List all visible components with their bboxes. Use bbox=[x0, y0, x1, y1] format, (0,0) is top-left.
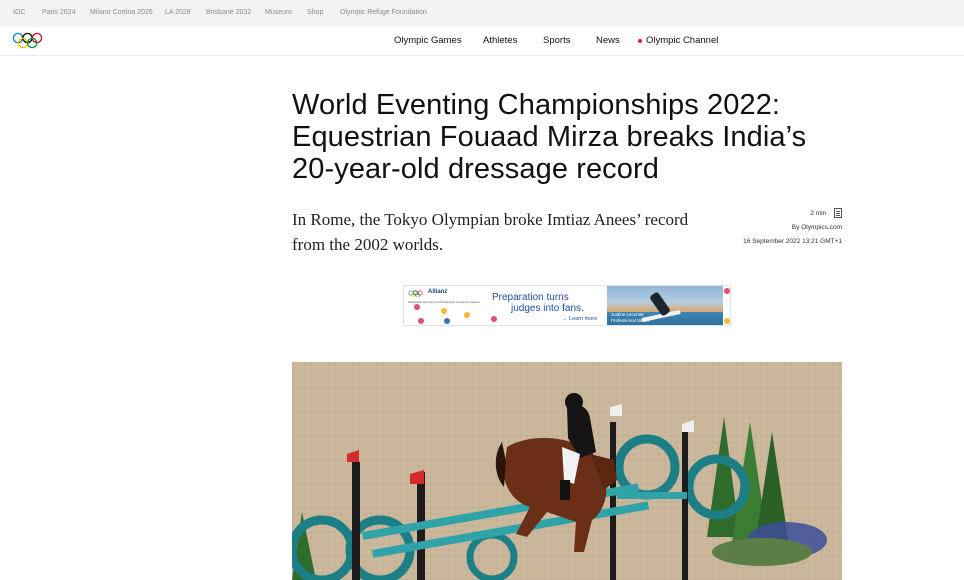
author: By Olympics.com bbox=[791, 224, 842, 231]
ad-brand-name: Allianz bbox=[428, 289, 448, 295]
utility-link-ioc[interactable]: IOC bbox=[13, 9, 25, 16]
utility-link-paris-2024[interactable]: Paris 2024 bbox=[42, 9, 75, 16]
article-title: World Eventing Championships 2022: Eques… bbox=[292, 89, 807, 185]
utility-link-la-2028[interactable]: LA 2028 bbox=[165, 9, 191, 16]
ad-caption-role: Professional Surfer bbox=[611, 318, 650, 323]
ad-decor-dot-icon bbox=[491, 316, 497, 322]
ad-headline-line-1: Preparation turns bbox=[492, 292, 569, 303]
ad-decor-dot-icon bbox=[464, 312, 470, 318]
ad-decor-dot-icon bbox=[418, 318, 424, 324]
live-indicator-icon bbox=[638, 39, 642, 43]
nav-news[interactable]: News bbox=[596, 35, 620, 46]
nav-olympic-channel[interactable]: Olympic Channel bbox=[646, 35, 718, 46]
article-meta: 2 min By Olympics.com 16 September 2022 … bbox=[743, 207, 842, 249]
utility-link-brisbane-2032[interactable]: Brisbane 2032 bbox=[206, 9, 251, 16]
equestrian-photo bbox=[292, 362, 842, 580]
article-lead: In Rome, the Tokyo Olympian broke Imtiaz… bbox=[292, 210, 689, 254]
ad-decor-dot-icon bbox=[444, 318, 450, 324]
utility-link-museum[interactable]: Museum bbox=[265, 9, 292, 16]
nav-sports[interactable]: Sports bbox=[543, 35, 570, 46]
utility-link-olympic-refuge-foundation[interactable]: Olympic Refuge Foundation bbox=[340, 9, 427, 16]
utility-bar: IOC Paris 2024 Milano Cortina 2026 LA 20… bbox=[0, 0, 964, 27]
read-time-row: 2 min bbox=[743, 207, 842, 221]
publish-date: 16 September 2022 13:21 GMT+1 bbox=[743, 238, 842, 245]
ad-surfer-photo: Justine Lecomte Professional Surfer bbox=[607, 286, 723, 325]
article-icon bbox=[834, 208, 842, 219]
read-time: 2 min bbox=[810, 210, 827, 217]
nav-athletes[interactable]: Athletes bbox=[483, 35, 517, 46]
olympic-rings-logo[interactable] bbox=[12, 32, 52, 50]
ad-olympic-rings-icon bbox=[408, 290, 423, 297]
utility-link-shop[interactable]: Shop bbox=[307, 9, 323, 16]
ad-decor-dot-icon bbox=[724, 318, 730, 324]
ad-decor-dot-icon bbox=[724, 288, 730, 294]
ad-partner-text: Worldwide Olympic and Paralympic Insuran… bbox=[408, 300, 480, 304]
utility-link-milano-cortina-2026[interactable]: Milano Cortina 2026 bbox=[90, 9, 153, 16]
nav-olympic-games[interactable]: Olympic Games bbox=[394, 35, 462, 46]
ad-decor-dot-icon bbox=[441, 308, 447, 314]
ad-headline-line-2: judges into fans. bbox=[511, 303, 584, 314]
main-navigation: Olympic Games Athletes Sports News Olymp… bbox=[0, 27, 964, 56]
hero-image bbox=[292, 362, 842, 580]
ad-banner[interactable]: Allianz Worldwide Olympic and Paralympic… bbox=[403, 285, 731, 326]
ad-photo-caption: Justine Lecomte Professional Surfer bbox=[611, 312, 649, 324]
ad-learn-more-link[interactable]: → Learn more bbox=[562, 316, 597, 322]
ad-decor-dot-icon bbox=[414, 304, 420, 310]
